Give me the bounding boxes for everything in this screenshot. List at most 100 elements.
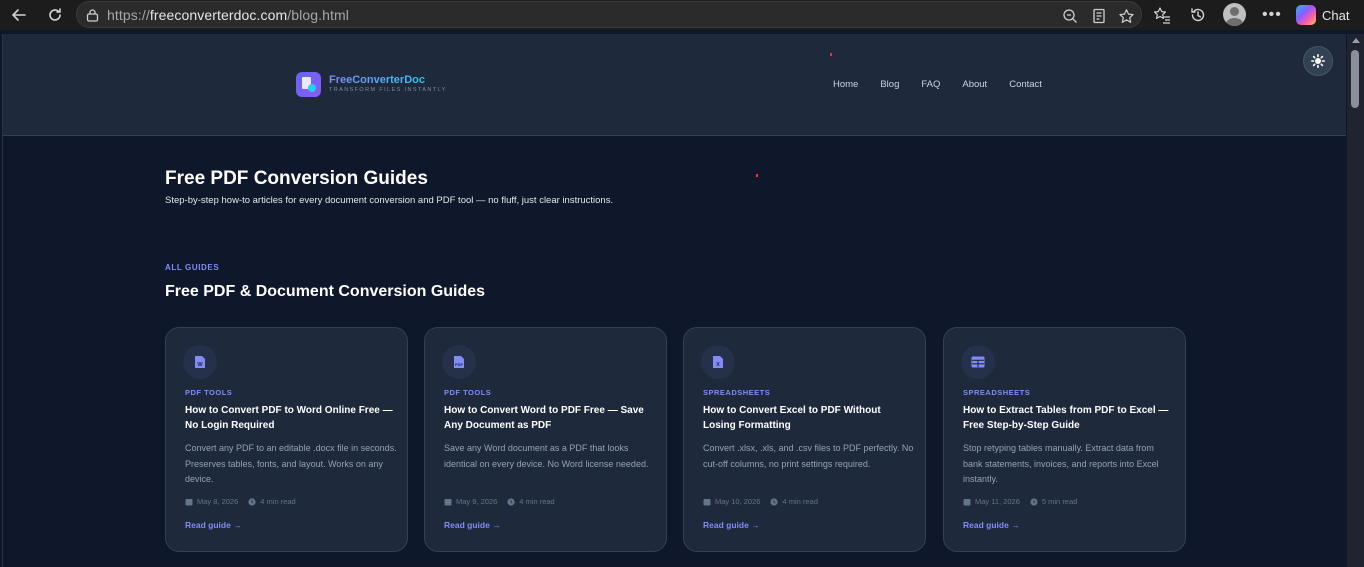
read-guide-label: Read guide	[963, 520, 1009, 530]
clock-icon	[770, 497, 779, 506]
svg-text:W: W	[197, 362, 203, 368]
refresh-button[interactable]	[43, 3, 67, 27]
guide-card[interactable]: PDF PDF TOOLS How to Convert Word to PDF…	[424, 327, 667, 552]
table-icon	[961, 345, 995, 379]
reader-mode-icon[interactable]	[1090, 7, 1108, 25]
read-guide-label: Read guide	[444, 520, 490, 530]
back-button[interactable]	[7, 3, 31, 27]
card-read-time: 5 min read	[1041, 497, 1078, 506]
calendar-icon	[444, 498, 452, 505]
card-meta: May 9, 2026 4 min read	[444, 497, 555, 506]
url-host: freeconverterdoc.com	[149, 7, 288, 23]
page-subtitle: Step-by-step how-to articles for every d…	[165, 195, 614, 206]
page-title: Free PDF Conversion Guides	[165, 168, 428, 189]
card-category: SPREADSHEETS	[963, 388, 1031, 397]
arrow-right-icon: →	[751, 520, 760, 530]
read-guide-link[interactable]: Read guide →	[444, 520, 501, 530]
nav-blog[interactable]: Blog	[880, 79, 899, 90]
scroll-up-arrow-icon[interactable]	[1352, 38, 1360, 43]
read-guide-label: Read guide	[185, 520, 231, 530]
card-title[interactable]: How to Convert Excel to PDF Without Losi…	[703, 403, 913, 433]
red-marker	[756, 174, 758, 177]
calendar-icon	[703, 498, 711, 505]
section-label: ALL GUIDES	[165, 263, 220, 272]
read-guide-link[interactable]: Read guide →	[703, 520, 760, 530]
read-guide-link[interactable]: Read guide →	[185, 520, 242, 530]
profile-avatar[interactable]	[1223, 3, 1246, 26]
page-viewport: FreeConverterDoc TRANSFORM FILES INSTANT…	[2, 34, 1346, 567]
chat-label: Chat	[1322, 7, 1350, 23]
zoom-icon[interactable]	[1061, 7, 1079, 25]
url-text[interactable]: https://freeconverterdoc.com/blog.html	[107, 7, 349, 23]
vertical-scrollbar[interactable]	[1347, 34, 1364, 567]
card-category: SPREADSHEETS	[703, 388, 771, 397]
back-arrow-icon	[11, 9, 26, 21]
address-bar[interactable]: https://freeconverterdoc.com/blog.html	[76, 1, 1142, 28]
red-marker	[830, 53, 832, 56]
main-nav: Home Blog FAQ About Contact	[833, 79, 1064, 90]
card-meta: May 10, 2026 4 min read	[703, 497, 818, 506]
card-date: May 8, 2026	[197, 497, 239, 506]
card-read-time: 4 min read	[519, 497, 555, 506]
history-icon	[1191, 8, 1205, 22]
history-button[interactable]	[1186, 3, 1210, 27]
arrow-right-icon: →	[492, 520, 501, 530]
site-logo[interactable]: FreeConverterDoc TRANSFORM FILES INSTANT…	[296, 72, 447, 97]
url-path: /blog.html	[287, 7, 349, 23]
card-category: PDF TOOLS	[444, 388, 492, 397]
calendar-icon	[185, 498, 193, 505]
card-description: Stop retyping tables manually. Extract d…	[963, 443, 1159, 484]
word-file-icon: W	[183, 345, 217, 379]
svg-text:X: X	[716, 362, 720, 368]
copilot-chat-button[interactable]: Chat	[1296, 4, 1349, 26]
logo-file-icon	[296, 72, 321, 97]
card-category: PDF TOOLS	[185, 388, 233, 397]
card-title[interactable]: How to Convert PDF to Word Online Free —…	[185, 403, 395, 433]
brand-tagline: TRANSFORM FILES INSTANTLY	[329, 87, 447, 94]
site-info-icon[interactable]	[86, 8, 99, 27]
sun-icon	[1311, 54, 1325, 68]
more-menu-icon[interactable]: •••	[1262, 6, 1282, 24]
card-title[interactable]: How to Convert Word to PDF Free — Save A…	[444, 403, 654, 433]
read-guide-link[interactable]: Read guide →	[963, 520, 1020, 530]
card-meta: May 11, 2026 5 min read	[963, 497, 1077, 506]
theme-toggle-button[interactable]	[1303, 46, 1333, 76]
refresh-icon	[49, 8, 61, 21]
card-description: Save any Word document as a PDF that loo…	[444, 443, 649, 469]
read-guide-label: Read guide	[703, 520, 749, 530]
guide-card[interactable]: X SPREADSHEETS How to Convert Excel to P…	[683, 327, 926, 552]
clock-icon	[507, 497, 515, 506]
nav-faq[interactable]: FAQ	[921, 79, 940, 90]
card-read-time: 4 min read	[782, 497, 818, 506]
favorites-list-icon	[1153, 7, 1170, 24]
card-date: May 9, 2026	[456, 497, 498, 506]
guide-card[interactable]: SPREADSHEETS How to Extract Tables from …	[943, 327, 1186, 552]
card-meta: May 8, 2026 4 min read	[185, 497, 296, 506]
pdf-file-icon: PDF	[442, 345, 476, 379]
brand-name: FreeConverterDoc	[329, 75, 447, 86]
arrow-right-icon: →	[233, 520, 242, 530]
favorite-star-icon[interactable]	[1117, 7, 1135, 25]
svg-text:PDF: PDF	[455, 362, 464, 367]
card-date: May 11, 2026	[975, 497, 1020, 506]
browser-toolbar: https://freeconverterdoc.com/blog.html •…	[0, 0, 1364, 30]
card-read-time: 4 min read	[260, 497, 296, 506]
url-scheme: https://	[107, 7, 150, 23]
copilot-icon	[1296, 5, 1316, 25]
nav-home[interactable]: Home	[833, 79, 858, 90]
clock-icon	[1030, 497, 1038, 506]
site-header: FreeConverterDoc TRANSFORM FILES INSTANT…	[3, 34, 1346, 136]
favorites-button[interactable]	[1150, 3, 1174, 27]
card-description: Convert any PDF to an editable .docx fil…	[185, 443, 397, 484]
scroll-thumb[interactable]	[1351, 50, 1359, 108]
excel-file-icon: X	[701, 345, 735, 379]
calendar-icon	[963, 498, 971, 505]
nav-about[interactable]: About	[962, 79, 987, 90]
card-description: Convert .xlsx, .xls, and .csv files to P…	[703, 443, 914, 469]
card-title[interactable]: How to Extract Tables from PDF to Excel …	[963, 403, 1173, 433]
guide-card[interactable]: W PDF TOOLS How to Convert PDF to Word O…	[165, 327, 408, 552]
arrow-right-icon: →	[1011, 520, 1020, 530]
card-date: May 10, 2026	[715, 497, 761, 506]
section-title: Free PDF & Document Conversion Guides	[165, 283, 486, 300]
nav-contact[interactable]: Contact	[1009, 79, 1042, 90]
